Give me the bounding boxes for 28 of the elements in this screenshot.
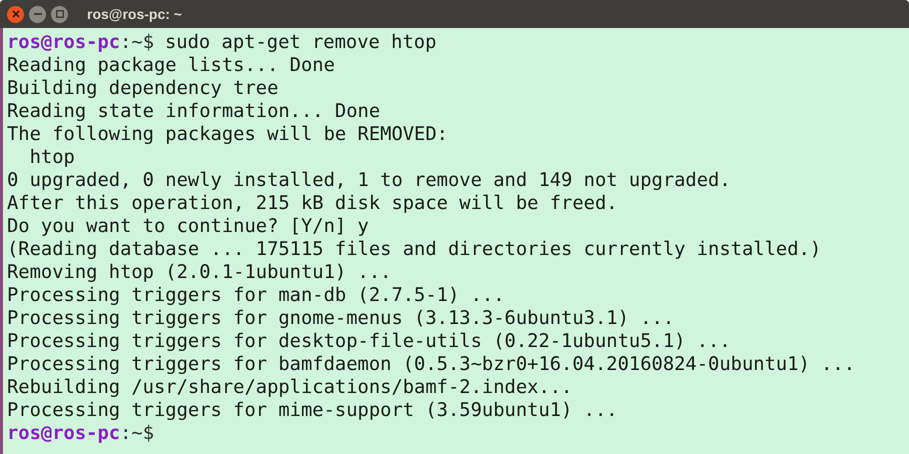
output-line: Do you want to continue? [Y/n] y bbox=[7, 215, 369, 238]
prompt-user-host: ros@ros-pc bbox=[7, 31, 120, 54]
output-line: htop bbox=[28, 146, 75, 169]
output-line: Processing triggers for man-db (2.7.5-1) ... bbox=[7, 284, 505, 307]
output-line: After this operation, 215 kB disk space will be freed. bbox=[7, 192, 618, 215]
command-text: sudo apt-get remove htop bbox=[165, 31, 436, 54]
prompt-path: :~$ bbox=[120, 422, 154, 445]
output-line: Reading package lists... Done bbox=[7, 54, 335, 77]
minimize-button[interactable] bbox=[29, 6, 46, 22]
output-line: Reading state information... Done bbox=[7, 100, 380, 123]
window-title: ros@ros-pc: ~ bbox=[87, 4, 182, 24]
close-icon bbox=[12, 10, 20, 18]
output-line: Processing triggers for desktop-file-utils (0.22-1ubuntu5.1) ... bbox=[7, 330, 731, 353]
prompt-path: :~$ bbox=[120, 31, 154, 54]
output-line: Removing htop (2.0.1-1ubuntu1) ... bbox=[7, 261, 392, 284]
output-line: Processing triggers for mime-support (3.59ubuntu1) ... bbox=[7, 399, 618, 422]
output-line: Rebuilding /usr/share/applications/bamf-2.index... bbox=[7, 376, 572, 399]
close-button[interactable] bbox=[7, 6, 24, 22]
output-line: The following packages will be REMOVED: bbox=[7, 123, 448, 146]
maximize-icon bbox=[56, 10, 64, 18]
output-line: (Reading database ... 175115 files and directories currently installed.) bbox=[7, 238, 822, 261]
minimize-icon bbox=[34, 13, 42, 15]
output-line: 0 upgraded, 0 newly installed, 1 to remove and 149 not upgraded. bbox=[7, 169, 731, 192]
maximize-button[interactable] bbox=[51, 6, 68, 22]
prompt-user-host: ros@ros-pc bbox=[7, 422, 120, 445]
output-line: Processing triggers for gnome-menus (3.13.3-6ubuntu3.1) ... bbox=[7, 307, 674, 330]
output-line: Processing triggers for bamfdaemon (0.5.3~bzr0+16.04.20160824-0ubuntu1) ... bbox=[7, 353, 856, 376]
output-line: Building dependency tree bbox=[7, 77, 278, 100]
